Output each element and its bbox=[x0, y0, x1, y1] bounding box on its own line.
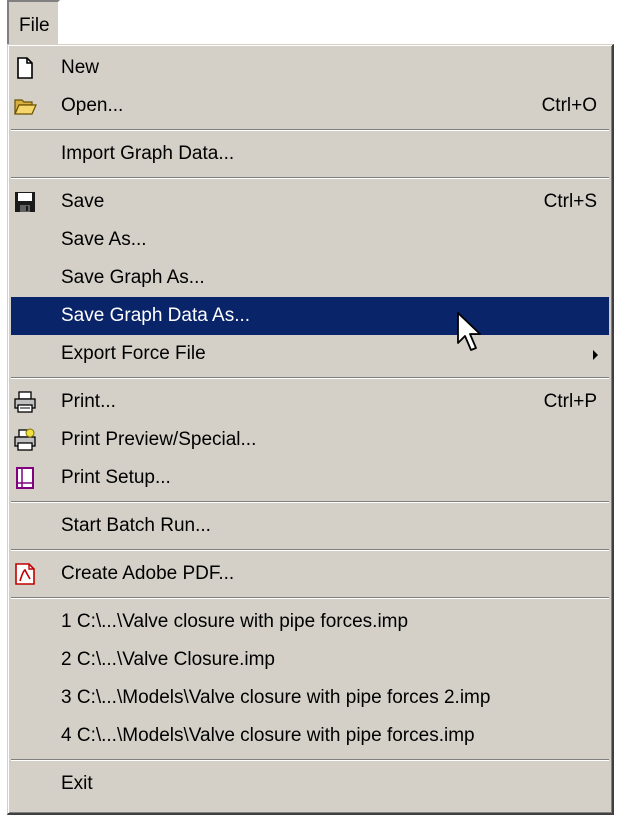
menu-item-label: Save bbox=[61, 191, 105, 212]
menu-item-label: New bbox=[61, 57, 100, 78]
menu-item-label: Save Graph Data As... bbox=[61, 305, 251, 326]
menu-item-new[interactable]: New bbox=[11, 49, 609, 87]
menu-item-print-setup[interactable]: Print Setup... bbox=[11, 459, 609, 497]
menu-item-save-graph-as[interactable]: Save Graph As... bbox=[11, 259, 609, 297]
menu-item-recent-file-1[interactable]: 1 C:\...\Valve closure with pipe forces.… bbox=[11, 603, 609, 641]
menu-item-label: Start Batch Run... bbox=[61, 515, 211, 536]
menu-separator bbox=[11, 755, 609, 765]
menu-item-save-as[interactable]: Save As... bbox=[11, 221, 609, 259]
menu-separator bbox=[11, 125, 609, 135]
floppy-disk-icon bbox=[15, 192, 35, 212]
file-menu-label: File bbox=[19, 15, 50, 36]
menu-item-create-adobe-pdf[interactable]: Create Adobe PDF... bbox=[11, 555, 609, 593]
menu-item-label: Print Preview/Special... bbox=[61, 429, 257, 450]
menu-item-label: 4 C:\...\Models\Valve closure with pipe … bbox=[61, 725, 475, 746]
menu-item-start-batch-run[interactable]: Start Batch Run... bbox=[11, 507, 609, 545]
open-folder-icon bbox=[14, 99, 37, 115]
menu-item-label: Open... bbox=[61, 95, 124, 116]
menu-item-label: Save As... bbox=[61, 229, 147, 250]
menu-separator bbox=[11, 373, 609, 383]
menu-item-label: 1 C:\...\Valve closure with pipe forces.… bbox=[61, 611, 409, 632]
menu-item-shortcut: Ctrl+S bbox=[543, 191, 597, 212]
menu-item-label: Save Graph As... bbox=[61, 267, 205, 288]
menu-item-label: 2 C:\...\Valve Closure.imp bbox=[61, 649, 276, 670]
menu-item-import-graph-data[interactable]: Import Graph Data... bbox=[11, 135, 609, 173]
file-menu-dropdown: New Open... Ctrl+O Import Graph Data... … bbox=[7, 44, 614, 815]
menu-separator bbox=[11, 173, 609, 183]
menu-item-print[interactable]: Print... Ctrl+P bbox=[11, 383, 609, 421]
submenu-arrow-icon bbox=[593, 350, 598, 360]
menu-item-label: Exit bbox=[61, 773, 93, 794]
menu-separator bbox=[11, 593, 609, 603]
menu-item-label: Import Graph Data... bbox=[61, 143, 235, 164]
new-document-icon bbox=[17, 57, 33, 79]
mouse-cursor-icon bbox=[457, 312, 481, 351]
menu-item-shortcut: Ctrl+O bbox=[541, 95, 597, 116]
menu-item-recent-file-2[interactable]: 2 C:\...\Valve Closure.imp bbox=[11, 641, 609, 679]
menu-item-save[interactable]: Save Ctrl+S bbox=[11, 183, 609, 221]
menu-separator bbox=[11, 545, 609, 555]
menu-item-export-force-file[interactable]: Export Force File bbox=[11, 335, 609, 373]
menu-item-save-graph-data-as[interactable]: Save Graph Data As... bbox=[11, 297, 609, 335]
menu-item-label: Export Force File bbox=[61, 343, 206, 364]
menu-item-recent-file-3[interactable]: 3 C:\...\Models\Valve closure with pipe … bbox=[11, 679, 609, 717]
menu-item-label: Print Setup... bbox=[61, 467, 171, 488]
menu-item-label: Print... bbox=[61, 391, 116, 412]
menu-item-shortcut: Ctrl+P bbox=[543, 391, 597, 412]
printer-icon bbox=[14, 391, 36, 413]
menu-item-print-preview[interactable]: Print Preview/Special... bbox=[11, 421, 609, 459]
adobe-pdf-icon bbox=[15, 563, 35, 585]
menu-separator bbox=[11, 497, 609, 507]
print-setup-icon bbox=[16, 467, 34, 489]
menu-item-exit[interactable]: Exit bbox=[11, 765, 609, 803]
menu-item-recent-file-4[interactable]: 4 C:\...\Models\Valve closure with pipe … bbox=[11, 717, 609, 755]
menu-item-label: Create Adobe PDF... bbox=[61, 563, 235, 584]
menu-item-open[interactable]: Open... Ctrl+O bbox=[11, 87, 609, 125]
print-preview-icon bbox=[14, 428, 36, 451]
file-menu-button[interactable]: File bbox=[7, 0, 60, 44]
menu-item-label: 3 C:\...\Models\Valve closure with pipe … bbox=[61, 687, 491, 708]
